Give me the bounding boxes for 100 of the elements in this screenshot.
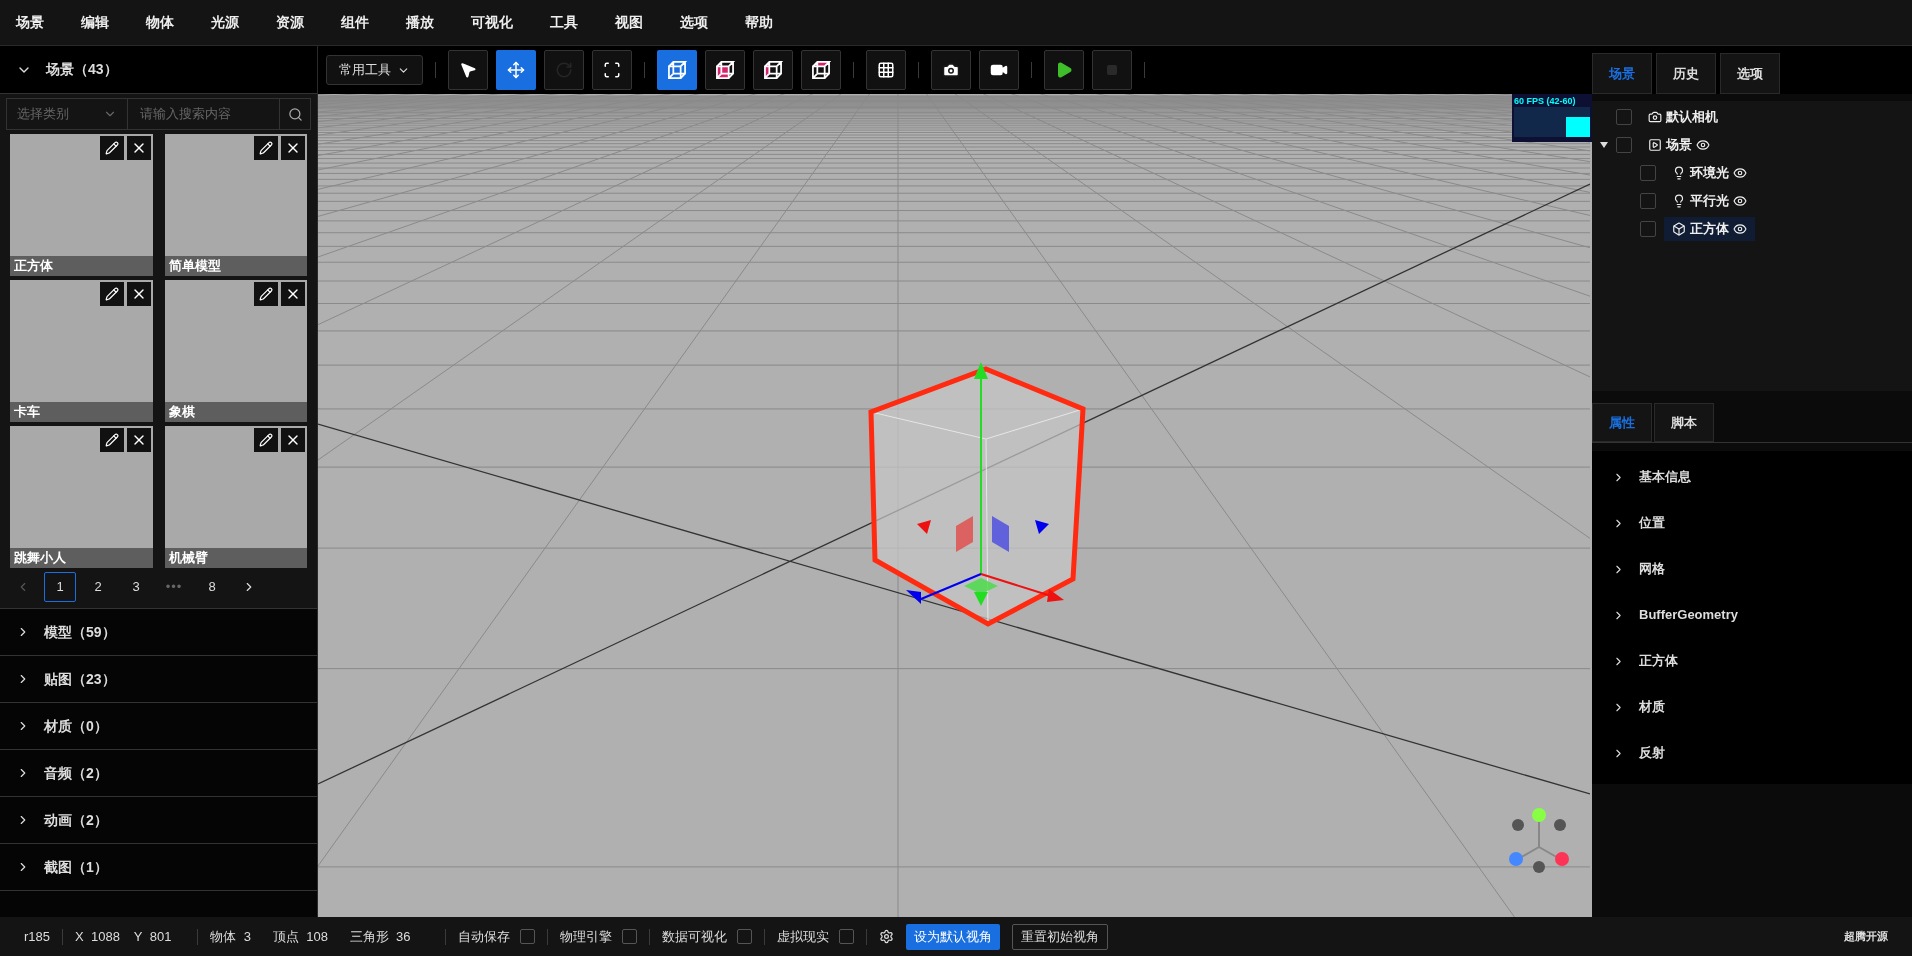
- visibility-checkbox[interactable]: [1616, 109, 1632, 125]
- panel-tab[interactable]: 历史: [1656, 53, 1716, 94]
- property-section[interactable]: 网格: [1592, 546, 1912, 592]
- menu-item[interactable]: 工具: [542, 12, 586, 33]
- checkbox[interactable]: [519, 929, 535, 944]
- page-button[interactable]: 3: [120, 572, 152, 602]
- delete-button[interactable]: [281, 282, 305, 306]
- menu-item[interactable]: 光源: [203, 12, 247, 33]
- edit-button[interactable]: [99, 428, 124, 452]
- fps-meter: 60 FPS (42-60): [1512, 94, 1592, 142]
- property-section[interactable]: 正方体: [1592, 638, 1912, 684]
- toolbar-button[interactable]: [753, 50, 793, 90]
- asset-card[interactable]: 简单模型: [164, 134, 307, 276]
- tool-dropdown[interactable]: 常用工具: [326, 55, 423, 85]
- asset-card[interactable]: 跳舞小人: [10, 426, 153, 568]
- section-header[interactable]: 材质（0）: [0, 702, 317, 749]
- tree-item[interactable]: 默认相机: [1640, 105, 1726, 129]
- cube-icon: [714, 59, 736, 81]
- search-button[interactable]: [279, 98, 311, 130]
- fps-graph-icon: [1514, 107, 1590, 137]
- toolbar-button[interactable]: [1044, 50, 1084, 90]
- property-section[interactable]: 反射: [1592, 730, 1912, 776]
- page-button[interactable]: 2: [82, 572, 114, 602]
- settings-icon[interactable]: [878, 929, 894, 944]
- delete-button[interactable]: [126, 136, 151, 160]
- page-button[interactable]: 8: [196, 572, 228, 602]
- toolbar-button[interactable]: [705, 50, 745, 90]
- pointer-icon: [459, 61, 477, 79]
- menu-item[interactable]: 选项: [672, 12, 716, 33]
- version-label: r185: [24, 927, 51, 946]
- delete-button[interactable]: [126, 428, 151, 452]
- asset-card[interactable]: 卡车: [10, 280, 153, 422]
- checkbox[interactable]: [621, 929, 637, 944]
- panel-tab[interactable]: 选项: [1720, 53, 1780, 94]
- eye-icon[interactable]: [1733, 194, 1747, 208]
- edit-button[interactable]: [99, 136, 124, 160]
- stat-readout: 物体 3: [210, 927, 251, 946]
- panel-tab[interactable]: 场景: [1592, 53, 1652, 94]
- delete-button[interactable]: [281, 428, 305, 452]
- section-header[interactable]: 截图（1）: [0, 843, 317, 890]
- section-header[interactable]: 场景（43）: [0, 46, 317, 94]
- visibility-checkbox[interactable]: [1616, 137, 1632, 153]
- visibility-checkbox[interactable]: [1640, 193, 1656, 209]
- search-field[interactable]: 请输入搜索内容: [128, 98, 279, 130]
- asset-card[interactable]: 机械臂: [164, 426, 307, 568]
- toolbar-button[interactable]: [866, 50, 906, 90]
- property-section[interactable]: 位置: [1592, 500, 1912, 546]
- move-icon: [507, 61, 525, 79]
- coordinate-readout: Y 801: [133, 927, 172, 946]
- menu-item[interactable]: 视图: [607, 12, 651, 33]
- eye-icon[interactable]: [1696, 138, 1710, 152]
- panel-tab[interactable]: 脚本: [1654, 403, 1714, 442]
- edit-button[interactable]: [99, 282, 124, 306]
- toolbar-button[interactable]: [979, 50, 1019, 90]
- delete-button[interactable]: [281, 136, 305, 160]
- view-button[interactable]: 重置初始视角: [1011, 923, 1108, 950]
- menu-item[interactable]: 物体: [138, 12, 182, 33]
- property-section[interactable]: BufferGeometry: [1592, 592, 1912, 638]
- menu-item[interactable]: 场景: [8, 12, 52, 33]
- edit-button[interactable]: [254, 282, 278, 306]
- edit-button[interactable]: [254, 136, 278, 160]
- eye-icon[interactable]: [1733, 166, 1747, 180]
- tree-item[interactable]: 正方体: [1664, 217, 1755, 241]
- toolbar-button[interactable]: [931, 50, 971, 90]
- tree-item[interactable]: 平行光: [1664, 189, 1755, 213]
- checkbox[interactable]: [736, 929, 752, 944]
- play-square-icon: [1648, 138, 1662, 152]
- section-header[interactable]: 动画（2）: [0, 796, 317, 843]
- toolbar-button[interactable]: [448, 50, 488, 90]
- section-header[interactable]: 音频（2）: [0, 749, 317, 796]
- view-button[interactable]: 设为默认视角: [905, 923, 1000, 950]
- tree-item[interactable]: 环境光: [1664, 161, 1755, 185]
- expand-arrow-icon[interactable]: [1600, 142, 1608, 148]
- menu-item[interactable]: 资源: [268, 12, 312, 33]
- menu-item[interactable]: 播放: [398, 12, 442, 33]
- toolbar-button[interactable]: [801, 50, 841, 90]
- edit-button[interactable]: [254, 428, 278, 452]
- visibility-checkbox[interactable]: [1640, 165, 1656, 181]
- visibility-checkbox[interactable]: [1640, 221, 1656, 237]
- menu-item[interactable]: 帮助: [737, 12, 781, 33]
- delete-button[interactable]: [126, 282, 151, 306]
- panel-tab[interactable]: 属性: [1592, 403, 1652, 442]
- section-header[interactable]: 贴图（23）: [0, 655, 317, 702]
- property-section[interactable]: 基本信息: [1592, 454, 1912, 500]
- tree-item[interactable]: 场景: [1640, 133, 1718, 157]
- viewport[interactable]: 60 FPS (42-60): [318, 94, 1592, 917]
- toggle-label: 虚拟现实: [776, 927, 829, 946]
- camera-icon: [942, 61, 960, 79]
- menu-item[interactable]: 编辑: [73, 12, 117, 33]
- pencil-icon: [104, 141, 119, 155]
- checkbox[interactable]: [838, 929, 854, 944]
- menu-item[interactable]: 可视化: [463, 12, 521, 33]
- coordinate-readout: X 1088: [75, 927, 120, 946]
- page-button[interactable]: 1: [44, 572, 76, 602]
- menu-item[interactable]: 组件: [333, 12, 377, 33]
- eye-icon[interactable]: [1733, 222, 1747, 236]
- asset-card[interactable]: 象棋: [164, 280, 307, 422]
- section-header[interactable]: 模型（59）: [0, 608, 317, 655]
- property-section[interactable]: 材质: [1592, 684, 1912, 730]
- asset-card[interactable]: 正方体: [10, 134, 153, 276]
